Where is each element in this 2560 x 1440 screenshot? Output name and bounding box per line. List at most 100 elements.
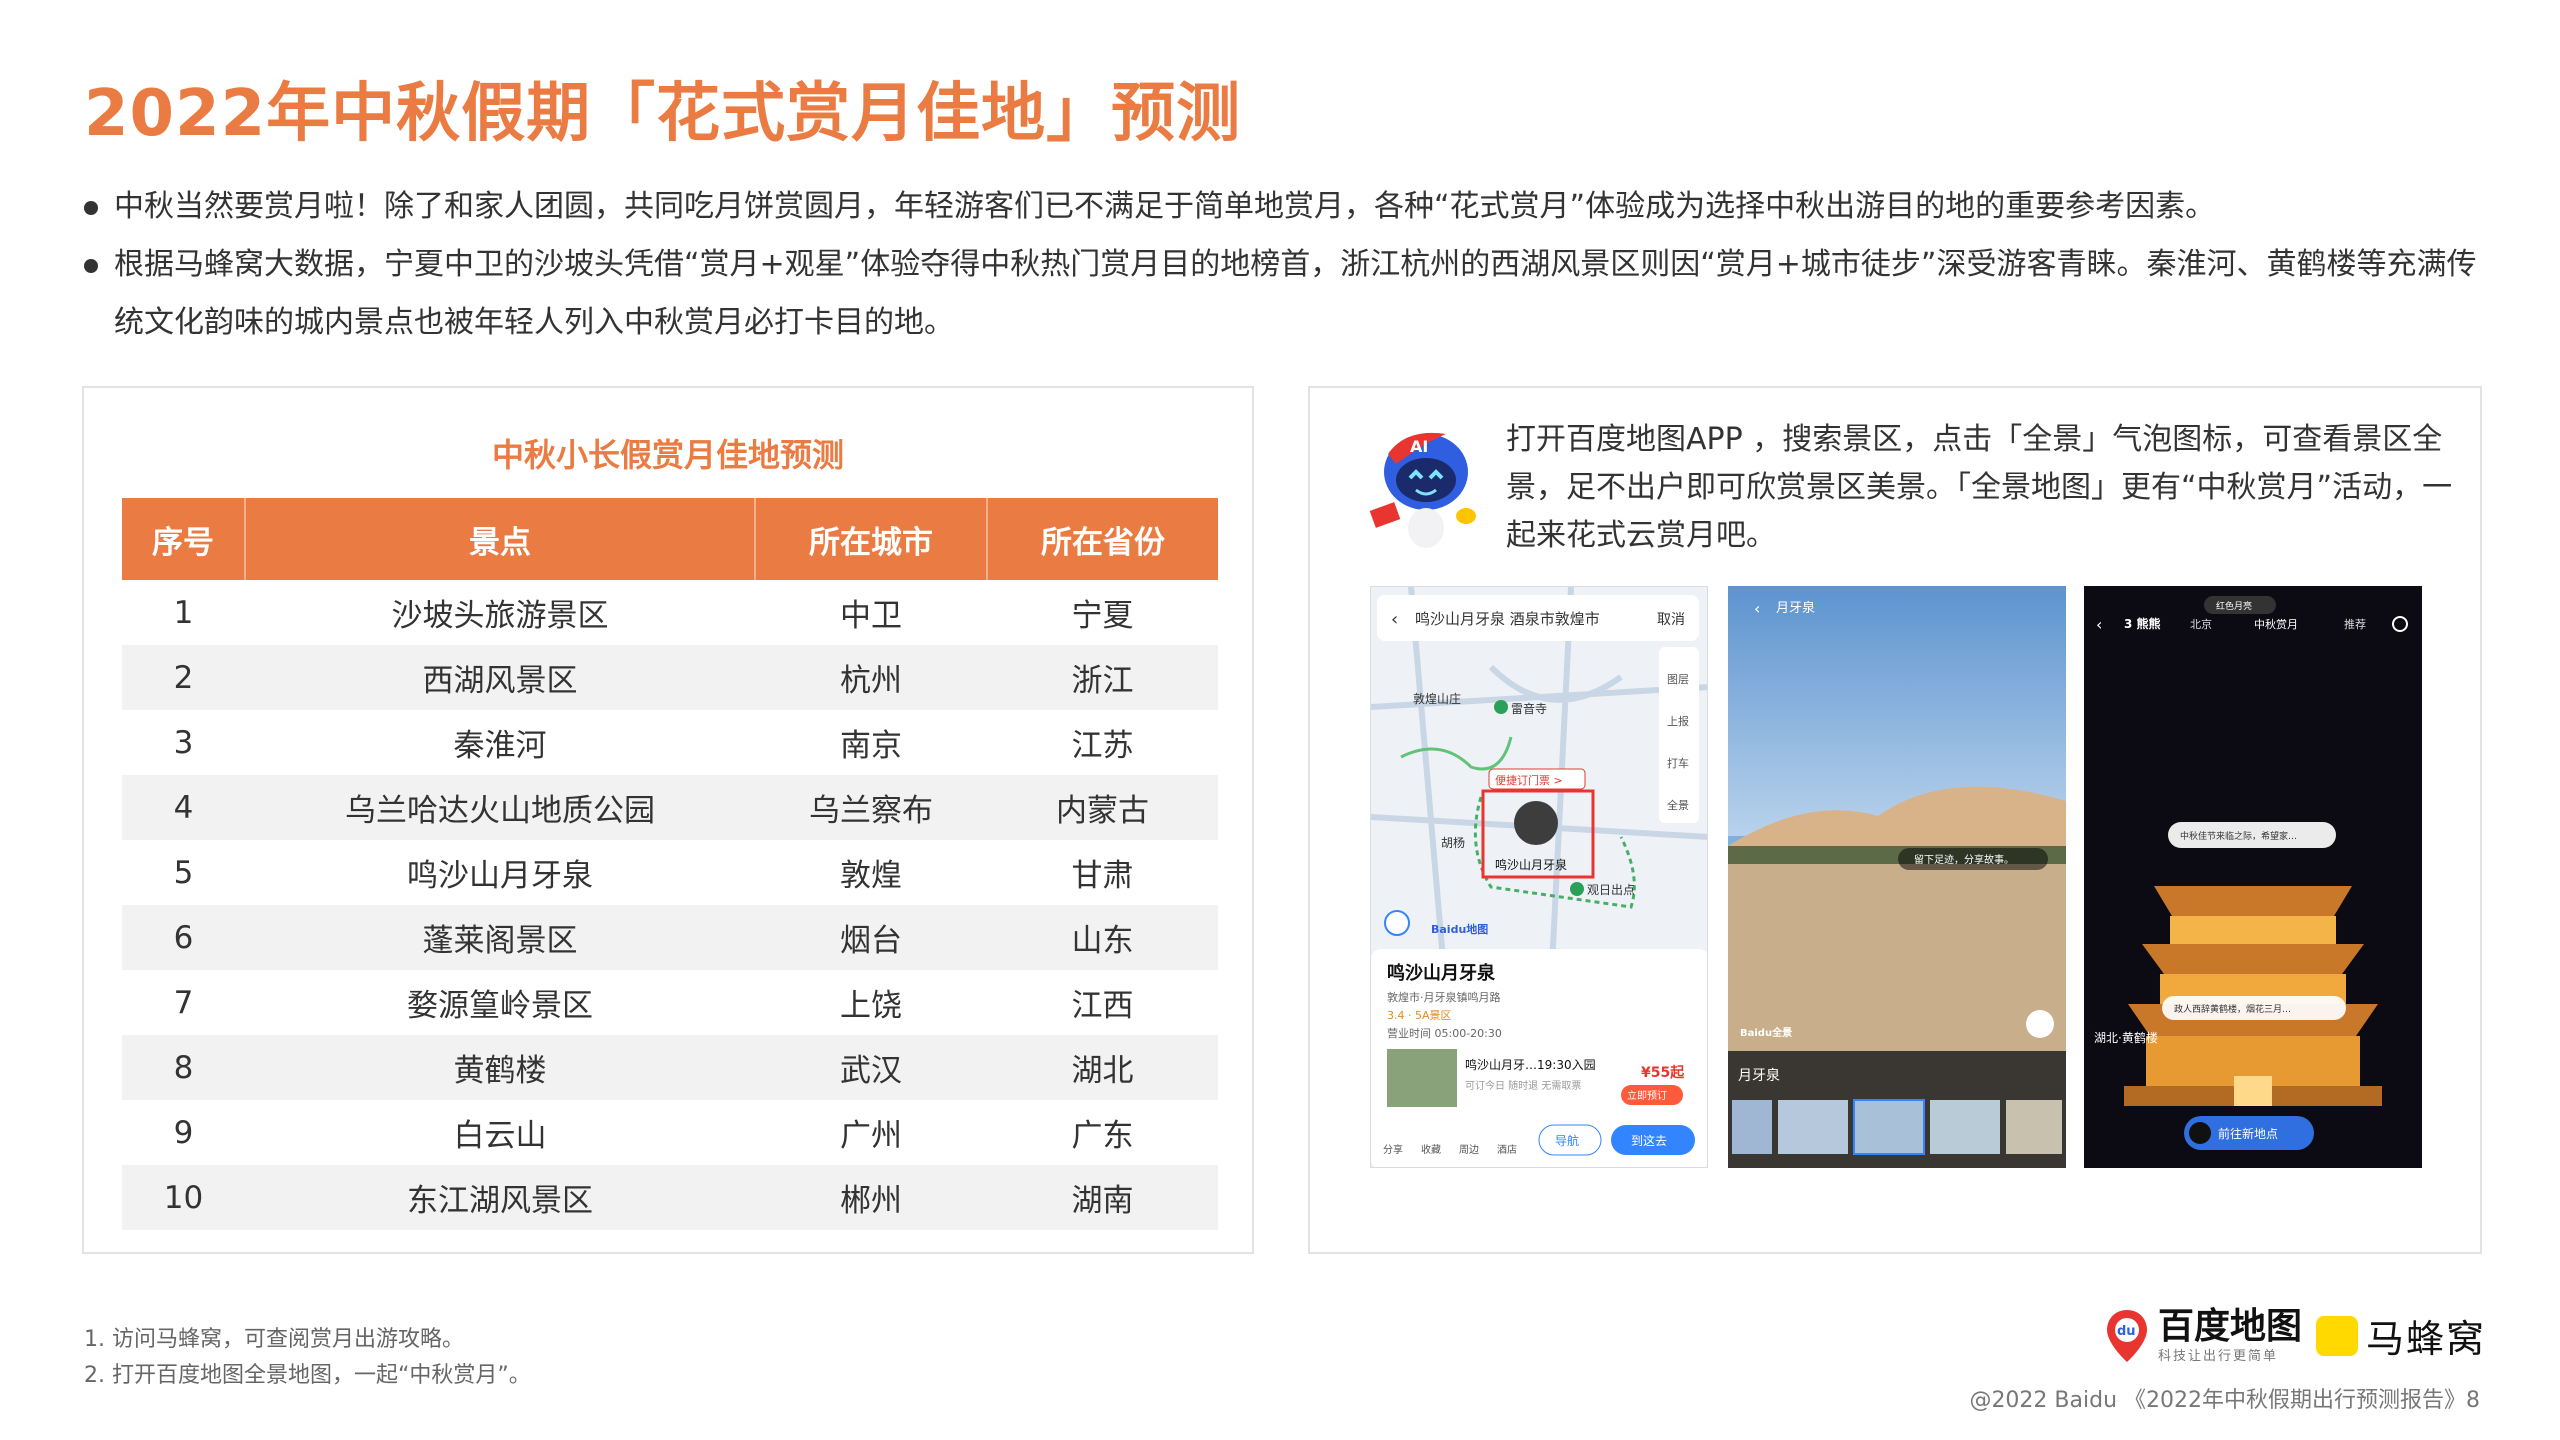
card-title: 鸣沙山月牙泉 bbox=[1387, 962, 1496, 984]
cell-rank: 9 bbox=[173, 1114, 194, 1151]
baidu-map-watermark: Baidu地图 bbox=[1431, 922, 1488, 936]
mafengwo-logo-icon bbox=[2316, 1315, 2358, 1356]
mafengwo-name: 马蜂窝 bbox=[2366, 1317, 2487, 1361]
footnote-2: 2. 打开百度地图全景地图，一起“中秋赏月”。 bbox=[84, 1363, 531, 1388]
svg-text:‹: ‹ bbox=[2096, 615, 2102, 634]
ranking-table: 序号 景点 所在城市 所在省份 1 沙坡头旅游景区 中卫 宁夏 2 西湖风景区 杭州 浙江 … bbox=[122, 498, 1218, 1230]
poi-label: 敦煌山庄 bbox=[1413, 691, 1461, 706]
go-here-button[interactable]: 到这去 bbox=[1631, 1133, 1667, 1148]
card-rating: 3.4 · 5A景区 bbox=[1387, 1009, 1452, 1022]
cell-city: 杭州 bbox=[755, 645, 987, 710]
tab-city[interactable]: 北京 bbox=[2190, 617, 2212, 631]
table-title: 中秋小长假赏月佳地预测 bbox=[491, 436, 844, 474]
table-row: 10 东江湖风景区 郴州 湖南 bbox=[122, 1165, 1218, 1230]
moon-festival-screenshot: ‹ 3 熊熊 北京 中秋赏月 推荐 红色月亮 中秋佳节来临之际，希望家… 政人西… bbox=[2084, 586, 2422, 1168]
tab-moon[interactable]: 中秋赏月 bbox=[2254, 617, 2298, 631]
mafengwo-logo: 马蜂窝 bbox=[2316, 1308, 2486, 1363]
table-row: 3 秦淮河 南京 江苏 bbox=[122, 710, 1218, 775]
table-row: 1 沙坡头旅游景区 中卫 宁夏 bbox=[122, 580, 1218, 645]
header-city: 所在城市 bbox=[755, 498, 988, 580]
poi-target: 鸣沙山月牙泉 bbox=[1495, 857, 1567, 872]
ticket-price: ¥55起 bbox=[1641, 1064, 1685, 1081]
cell-province: 山东 bbox=[987, 905, 1218, 970]
cell-rank: 7 bbox=[173, 984, 194, 1021]
cell-rank: 2 bbox=[122, 645, 245, 710]
table-header-row: 序号 景点 所在城市 所在省份 bbox=[122, 498, 1218, 580]
ticket-name: 鸣沙山月牙…19:30入园 bbox=[1465, 1057, 1596, 1072]
cell-spot: 沙坡头旅游景区 bbox=[391, 598, 609, 634]
yellow-crane-tower-graphic: ‹ 3 熊熊 北京 中秋赏月 推荐 红色月亮 中秋佳节来临之际，希望家… 政人西… bbox=[2084, 586, 2422, 1168]
ranking-panel: 中秋小长假赏月佳地预测 序号 景点 所在城市 所在省份 1 沙坡头旅游景区 中卫 宁夏… bbox=[82, 386, 1254, 1254]
cell-spot: 秦淮河 bbox=[453, 728, 547, 764]
header-rank: 序号 bbox=[122, 498, 246, 580]
footprint-bubble: 留下足迹，分享故事。 bbox=[1914, 853, 2014, 866]
cell-spot: 鸣沙山月牙泉 bbox=[407, 858, 593, 894]
cell-rank: 4 bbox=[122, 775, 245, 840]
page-credit: @2022 Baidu 《2022年中秋假期出行预测报告》8 bbox=[1969, 1388, 2480, 1413]
nav-nearby[interactable]: 周边 bbox=[1459, 1144, 1479, 1156]
bullet-text: 中秋当然要赏月啦！除了和家人团圆，共同吃月饼赏圆月，年轻游客们已不满足于简单地赏… bbox=[114, 189, 2216, 224]
cell-rank: 5 bbox=[173, 854, 194, 891]
panorama-header: 月牙泉 bbox=[1776, 600, 1815, 616]
cell-province: 湖北 bbox=[987, 1035, 1218, 1100]
cell-city: 中卫 bbox=[840, 598, 902, 634]
cell-rank: 10 bbox=[122, 1165, 245, 1230]
cell-spot: 东江湖风景区 bbox=[245, 1165, 755, 1230]
svg-text:‹: ‹ bbox=[1754, 599, 1760, 618]
ticket-note: 可订今日 随时退 无需取票 bbox=[1465, 1079, 1581, 1092]
cell-spot: 婺源篁岭景区 bbox=[407, 988, 593, 1024]
bullet-dot-icon bbox=[84, 201, 98, 215]
cell-city: 武汉 bbox=[755, 1035, 987, 1100]
cell-spot: 白云山 bbox=[453, 1118, 547, 1154]
ai-robot-mascot-icon: AI bbox=[1369, 432, 1476, 548]
location-label: 湖北·黄鹤楼 bbox=[2094, 1030, 2158, 1045]
map-screenshot: ‹ 鸣沙山月牙泉 酒泉市敦煌市 取消 图层 上报 打车 全景 敦煌山庄 雷音寺 … bbox=[1370, 586, 1708, 1168]
cell-province: 浙江 bbox=[987, 645, 1218, 710]
map-side-layer: 图层 bbox=[1667, 673, 1689, 686]
cell-city: 烟台 bbox=[755, 905, 987, 970]
poi-label: 雷音寺 bbox=[1511, 701, 1547, 716]
map-side-report: 上报 bbox=[1667, 714, 1689, 728]
baidu-pano-watermark: Baidu全景 bbox=[1740, 1026, 1792, 1039]
baidu-panorama-panel: AI 打开百度地图APP ，搜索景区，点击「全景」气泡图标，可查看景区全景，足不… bbox=[1308, 386, 2482, 1254]
page-title: 2022年中秋假期「花式赏月佳地」预测 bbox=[84, 77, 1242, 151]
table-row: 6 蓬莱阁景区 烟台 山东 bbox=[122, 905, 1218, 970]
baidu-map-pin-icon: du bbox=[2107, 1310, 2147, 1362]
map-side-taxi: 打车 bbox=[1667, 756, 1689, 770]
table-row: 2 西湖风景区 杭州 浙江 bbox=[122, 645, 1218, 710]
bullet-item: 根据马蜂窝大数据，宁夏中卫的沙坡头凭借“赏月+观星”体验夺得中秋热门赏月目的地榜… bbox=[84, 236, 2484, 352]
cell-city: 上饶 bbox=[840, 988, 902, 1024]
nav-favorite[interactable]: 收藏 bbox=[1421, 1143, 1441, 1156]
cell-spot: 黄鹤楼 bbox=[245, 1035, 755, 1100]
cell-rank: 3 bbox=[173, 724, 194, 761]
strip-title: 月牙泉 bbox=[1738, 1067, 1780, 1084]
nav-hotel[interactable]: 酒店 bbox=[1497, 1143, 1517, 1156]
navigate-button[interactable]: 导航 bbox=[1555, 1133, 1579, 1148]
poi-label: 观日出点 bbox=[1587, 883, 1635, 897]
svg-text:‹: ‹ bbox=[1391, 609, 1398, 630]
cell-city: 乌兰察布 bbox=[755, 775, 987, 840]
intro-bullets: 中秋当然要赏月啦！除了和家人团圆，共同吃月饼赏圆月，年轻游客们已不满足于简单地赏… bbox=[84, 178, 2484, 352]
header-province: 所在省份 bbox=[987, 498, 1218, 580]
cell-rank: 8 bbox=[122, 1035, 245, 1100]
cell-spot: 西湖风景区 bbox=[245, 645, 755, 710]
table-row: 4 乌兰哈达火山地质公园 乌兰察布 内蒙古 bbox=[122, 775, 1218, 840]
app-logo: 3 熊熊 bbox=[2124, 616, 2161, 631]
svg-text:AI: AI bbox=[1410, 437, 1428, 456]
tab-recommend[interactable]: 推荐 bbox=[2344, 617, 2366, 631]
baidu-map-slogan: 科技让出行更简单 bbox=[2158, 1348, 2279, 1364]
map-screenshot-graphic: ‹ 鸣沙山月牙泉 酒泉市敦煌市 取消 图层 上报 打车 全景 敦煌山庄 雷音寺 … bbox=[1371, 587, 1707, 1167]
bullet-dot-icon bbox=[84, 259, 98, 273]
comment-bubble: 中秋佳节来临之际，希望家… bbox=[2180, 830, 2297, 842]
table-row: 8 黄鹤楼 武汉 湖北 bbox=[122, 1035, 1218, 1100]
comment-bubble: 政人西辞黄鹤楼，烟花三月… bbox=[2174, 1003, 2291, 1015]
book-button[interactable]: 立即预订 bbox=[1627, 1089, 1667, 1102]
cell-rank: 1 bbox=[173, 594, 194, 631]
svg-text:du: du bbox=[2117, 1324, 2136, 1339]
panorama-screenshot: ‹ 月牙泉 留下足迹，分享故事。 Baidu全景 月牙泉 bbox=[1728, 586, 2066, 1168]
top-bubble: 红色月亮 bbox=[2216, 600, 2252, 612]
card-address: 敦煌市·月牙泉镇鸣月路 bbox=[1387, 990, 1501, 1004]
cell-province: 宁夏 bbox=[1071, 598, 1134, 634]
nav-share[interactable]: 分享 bbox=[1383, 1143, 1403, 1156]
go-new-place-button[interactable]: 前往新地点 bbox=[2218, 1126, 2278, 1141]
